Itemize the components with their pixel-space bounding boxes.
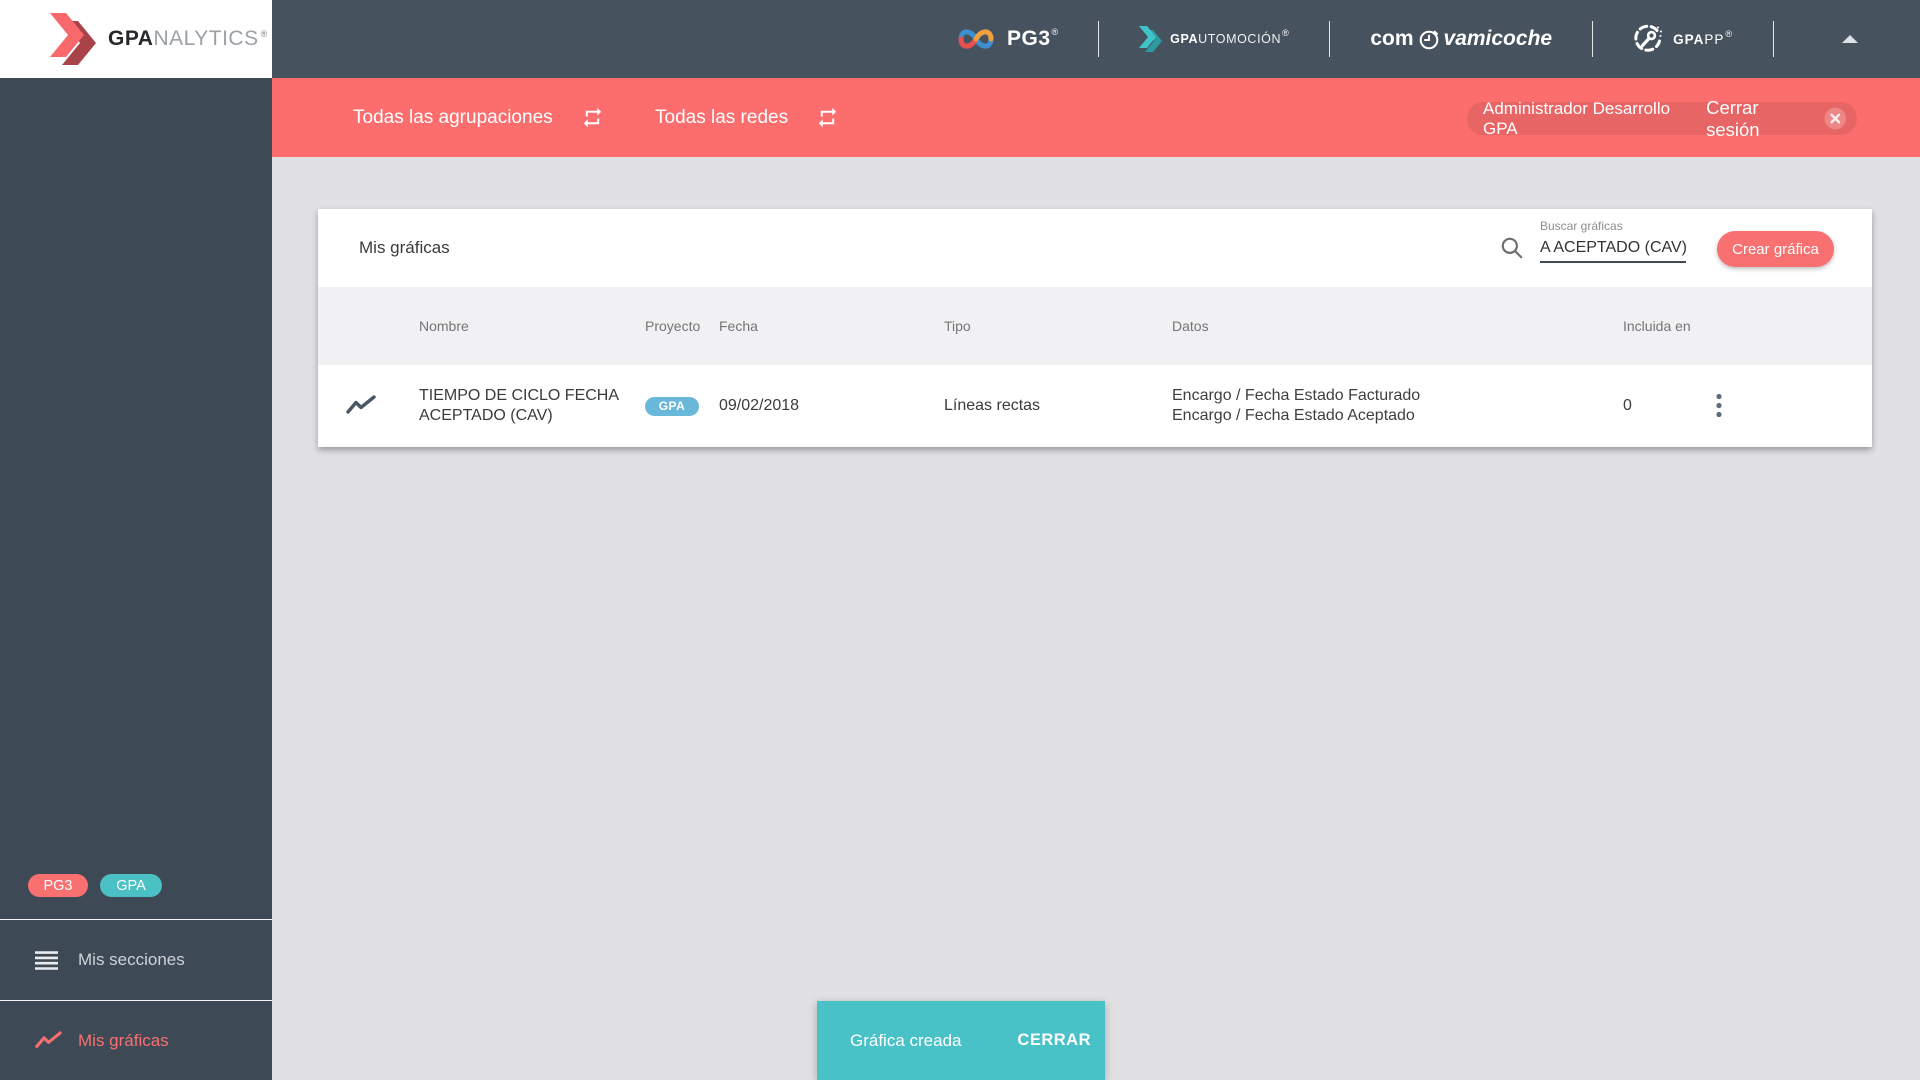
gpanalytics-wordmark: GPA NALYTICS ® (108, 27, 268, 50)
column-header-incluida-en: Incluida en (1623, 318, 1691, 334)
search-value-text: A ACEPTADO (CAV) (1540, 239, 1686, 256)
groupings-selector[interactable]: Todas las agrupaciones (353, 78, 604, 157)
logout-circle-x-icon (1824, 107, 1847, 130)
gpautomocion-logo[interactable]: GPAUTOMOCIÓN® (1139, 26, 1289, 52)
top-navigation-bar: GPA NALYTICS ® PG3 ® GPAUTOMOCIÓN® com v… (0, 0, 1920, 78)
gpapp-logo[interactable]: GPAPP® (1633, 24, 1733, 54)
cell-incluida-en: 0 (1623, 397, 1632, 414)
cell-tipo: Líneas rectas (944, 397, 1041, 414)
sidebar: PG3 GPA Mis secciones Mis gráficas (0, 78, 272, 1080)
swap-groupings-icon (583, 107, 601, 128)
badge-gpa[interactable]: GPA (100, 874, 162, 897)
column-header-fecha: Fecha (719, 318, 758, 334)
search-icon[interactable] (1499, 235, 1525, 261)
gpanalytics-logo[interactable]: GPA NALYTICS ® (0, 0, 272, 78)
clock-icon (1419, 30, 1438, 50)
row-menu-kebab-icon[interactable] (1706, 365, 1732, 447)
sidebar-item-mis-graficas[interactable]: Mis gráficas (0, 1001, 272, 1080)
my-charts-card: Mis gráficas Buscar gráficas A ACEPTADO … (318, 209, 1872, 447)
column-header-proyecto: Proyecto (645, 318, 701, 334)
divider (1592, 21, 1594, 57)
column-header-nombre: Nombre (419, 318, 469, 334)
cell-proyecto: GPA (645, 365, 699, 447)
line-chart-icon (35, 1030, 65, 1051)
snackbar: Gráfica creada CERRAR (817, 1001, 1105, 1080)
page-title: Mis gráficas (359, 238, 450, 257)
search-input[interactable]: Buscar gráficas A ACEPTADO (CAV) (1540, 219, 1686, 263)
search-floating-label: Buscar gráficas (1540, 219, 1623, 233)
table-row[interactable]: TIEMPO DE CICLO FECHA ACEPTADO (CAV) GPA… (318, 365, 1872, 447)
project-badge: GPA (645, 396, 699, 416)
swap-networks-icon (818, 107, 837, 128)
gpapp-wordmark: GPAPP® (1673, 28, 1733, 47)
column-header-datos: Datos (1172, 318, 1209, 334)
card-header: Mis gráficas Buscar gráficas A ACEPTADO … (318, 209, 1872, 287)
gpapp-wrench-icon (1634, 24, 1663, 52)
sidebar-badges: PG3 GPA (0, 874, 272, 906)
snackbar-close-button[interactable]: CERRAR (1017, 1031, 1091, 1050)
collapse-header-arrow-icon[interactable] (1842, 35, 1858, 43)
networks-selector[interactable]: Todas las redes (655, 78, 839, 157)
pg3-infinity-icon (958, 29, 994, 49)
cell-nombre: TIEMPO DE CICLO FECHA ACEPTADO (CAV) (419, 387, 620, 424)
comprovamicoche-logo[interactable]: com vamicoche (1370, 27, 1552, 51)
column-header-tipo: Tipo (944, 318, 971, 334)
session-pill: Administrador Desarrollo GPA Cerrar sesi… (1467, 97, 1857, 140)
table-header: Nombre Proyecto Fecha Tipo Datos Incluid… (318, 287, 1872, 365)
badge-pg3[interactable]: PG3 (28, 874, 88, 897)
cell-fecha: 09/02/2018 (719, 397, 800, 414)
search-value-wrap: A ACEPTADO (CAV) (1540, 235, 1686, 263)
divider (1098, 21, 1100, 57)
snackbar-message: Gráfica creada (850, 1030, 962, 1050)
create-chart-button[interactable]: Crear gráfica (1717, 231, 1834, 267)
row-line-chart-icon (346, 365, 376, 447)
gpautomocion-arrow-icon (1139, 26, 1163, 52)
sidebar-item-mis-secciones[interactable]: Mis secciones (0, 920, 272, 1000)
divider (1329, 21, 1331, 57)
gpanalytics-arrow-icon (50, 13, 96, 65)
sections-list-icon (35, 950, 65, 970)
partner-logos: PG3 ® GPAUTOMOCIÓN® com vamicoche GPAPP® (955, 0, 1920, 78)
filter-bar: Todas las agrupaciones Todas las redes A… (272, 78, 1920, 157)
divider (1773, 21, 1774, 57)
logged-user-label[interactable]: Administrador Desarrollo GPA (1483, 99, 1706, 139)
pg3-logo[interactable]: PG3 ® (955, 25, 1058, 53)
logout-button[interactable]: Cerrar sesión (1706, 97, 1848, 141)
gpautomocion-wordmark: GPAUTOMOCIÓN® (1170, 28, 1290, 46)
cell-datos: Encargo / Fecha Estado Facturado Encargo… (1172, 387, 1421, 424)
